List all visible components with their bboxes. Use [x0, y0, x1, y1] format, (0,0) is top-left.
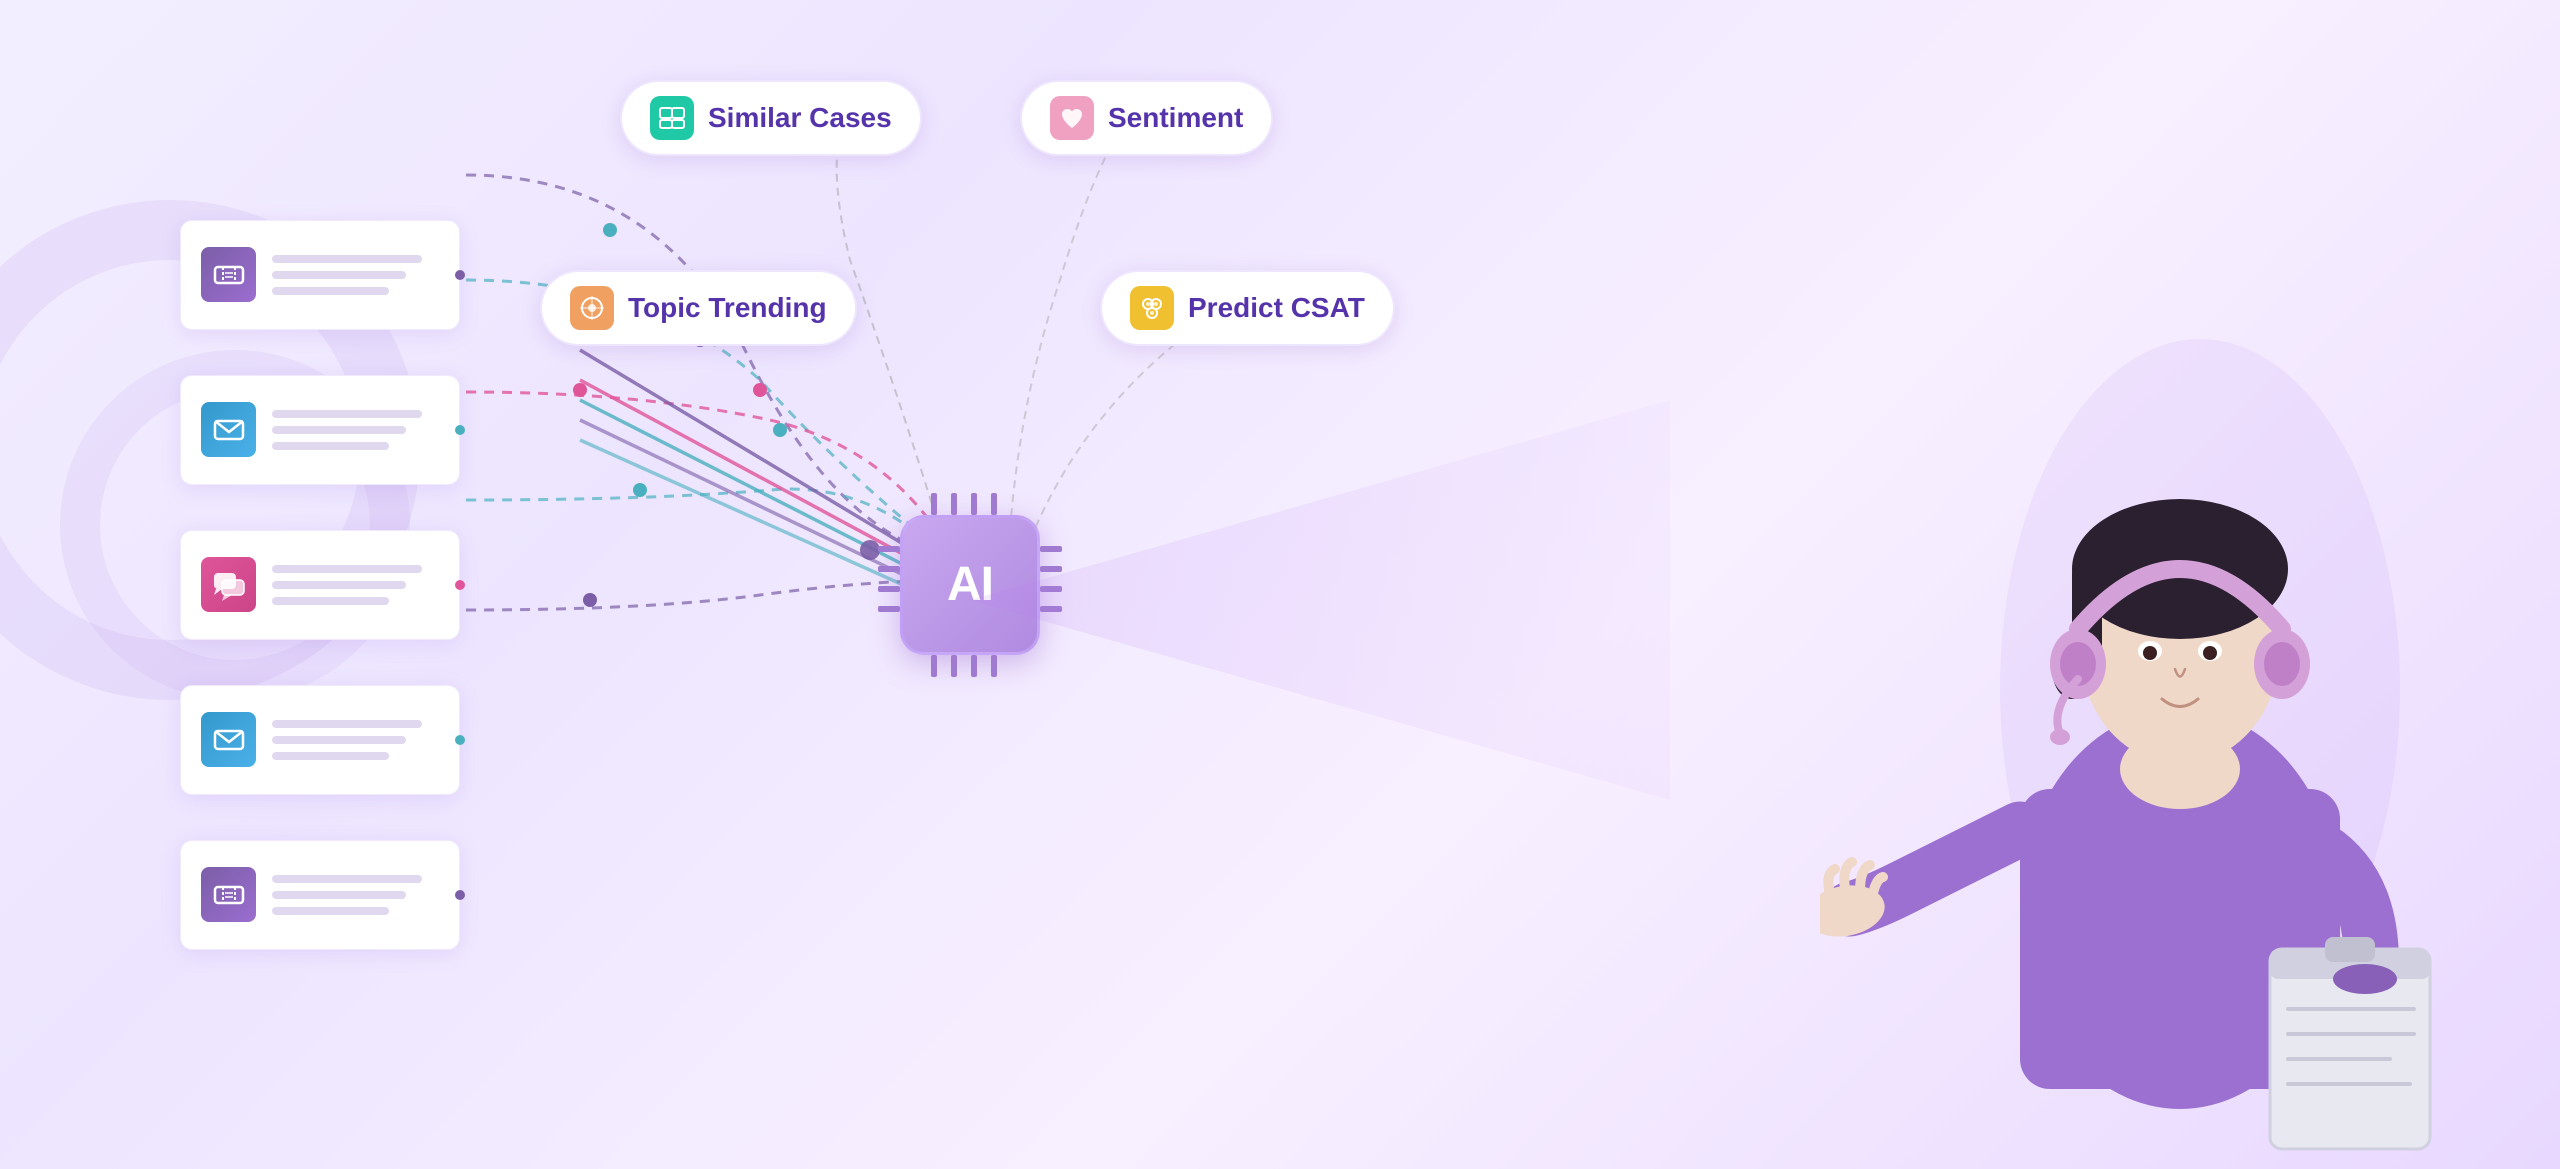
card-connector-dot-1 [455, 270, 465, 280]
predict-csat-badge: Predict CSAT [1100, 270, 1395, 346]
chip-pin [1040, 606, 1062, 612]
ticket-icon-1 [201, 247, 256, 302]
topic-trending-label: Topic Trending [628, 292, 827, 324]
similar-cases-icon [650, 96, 694, 140]
card-connector-dot-5 [455, 890, 465, 900]
card-lines-1 [272, 255, 439, 295]
cards-column [180, 220, 460, 950]
card-lines-4 [272, 720, 439, 760]
card-connector-dot-2 [455, 425, 465, 435]
card-line [272, 565, 422, 573]
card-line [272, 752, 389, 760]
card-ticket-2 [180, 840, 460, 950]
card-line [272, 255, 422, 263]
card-line [272, 720, 422, 728]
chip-pin [878, 546, 900, 552]
chip-pin [1040, 566, 1062, 572]
card-line [272, 736, 406, 744]
topic-trending-icon [570, 286, 614, 330]
chip-pin [878, 606, 900, 612]
person-illustration [1820, 189, 2500, 1169]
card-line [272, 271, 406, 279]
card-lines-5 [272, 875, 439, 915]
similar-cases-label: Similar Cases [708, 102, 892, 134]
card-lines-2 [272, 410, 439, 450]
card-line [272, 581, 406, 589]
ai-chip-inner: AI [900, 515, 1040, 655]
email-icon-2 [201, 712, 256, 767]
chip-pin [991, 655, 997, 677]
card-line [272, 287, 389, 295]
chip-pin [1040, 546, 1062, 552]
ai-chip: AI [870, 485, 1070, 685]
ticket-icon-2 [201, 867, 256, 922]
card-lines-3 [272, 565, 439, 605]
card-email-1 [180, 375, 460, 485]
card-line [272, 410, 422, 418]
card-line [272, 426, 406, 434]
card-line [272, 442, 389, 450]
card-line [272, 907, 389, 915]
chip-pin [971, 493, 977, 515]
chat-icon-1 [201, 557, 256, 612]
card-line [272, 891, 406, 899]
topic-trending-badge: Topic Trending [540, 270, 857, 346]
chip-pin [931, 493, 937, 515]
chip-pin [1040, 586, 1062, 592]
sentiment-icon [1050, 96, 1094, 140]
card-ticket-1 [180, 220, 460, 330]
similar-cases-badge: Similar Cases [620, 80, 922, 156]
light-beam [970, 400, 1670, 800]
ai-label: AI [947, 557, 993, 612]
chip-pin [951, 493, 957, 515]
card-connector-dot-3 [455, 580, 465, 590]
sentiment-badge: Sentiment [1020, 80, 1273, 156]
card-connector-dot-4 [455, 735, 465, 745]
chip-pin [878, 586, 900, 592]
chip-pin [931, 655, 937, 677]
chip-pin [971, 655, 977, 677]
email-icon-1 [201, 402, 256, 457]
card-email-2 [180, 685, 460, 795]
card-chat-1 [180, 530, 460, 640]
predict-csat-label: Predict CSAT [1188, 292, 1365, 324]
predict-csat-icon [1130, 286, 1174, 330]
card-line [272, 875, 422, 883]
chip-pin [951, 655, 957, 677]
chip-pin [991, 493, 997, 515]
sentiment-label: Sentiment [1108, 102, 1243, 134]
card-line [272, 597, 389, 605]
chip-pin [878, 566, 900, 572]
